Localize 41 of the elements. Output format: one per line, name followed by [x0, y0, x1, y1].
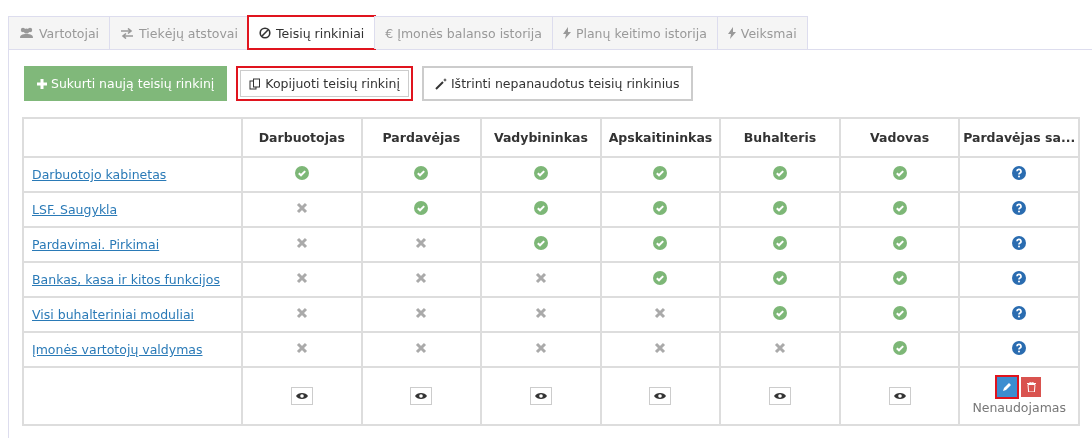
column-header: Pardavėjas sa... [959, 118, 1079, 157]
edit-button[interactable] [997, 377, 1018, 397]
column-header: Vadovas [839, 118, 960, 157]
tab[interactable]: Teisių rinkiniai [247, 16, 376, 49]
pencil-icon [1002, 382, 1013, 392]
tab[interactable]: Tiekėjų atstovai [109, 16, 249, 49]
eye-icon [654, 392, 667, 400]
bolt-icon [562, 27, 571, 39]
action-button[interactable]: Kopijuoti teisių rinkinį [236, 66, 413, 101]
eye-icon [774, 392, 787, 400]
eye-icon [893, 392, 906, 400]
view-button[interactable] [888, 387, 911, 405]
column-header: Apskaitininkas [600, 118, 721, 157]
tab[interactable]: € Įmonės balanso istorija [374, 16, 553, 49]
column-header: Pardavėjas [361, 118, 482, 157]
view-button[interactable] [529, 387, 552, 405]
permission-link[interactable]: LSF. Saugykla [32, 202, 118, 217]
tab[interactable]: Vartotojai [8, 16, 111, 49]
users-icon [19, 27, 34, 39]
bolt-icon [727, 27, 736, 39]
view-button[interactable] [769, 387, 792, 405]
wand-icon [434, 77, 447, 90]
column-header: Darbuotojas [242, 118, 362, 157]
column-header: Vadybininkas [481, 118, 601, 157]
copy-icon [249, 77, 262, 90]
tab[interactable]: Veiksmai [716, 16, 808, 49]
eye-icon [534, 392, 547, 400]
column-header: Buhalteris [720, 118, 840, 157]
eye-icon [415, 392, 428, 400]
trash-icon [1026, 382, 1036, 392]
view-button[interactable] [649, 387, 672, 405]
exchange-icon [120, 27, 135, 39]
status-text: Nenaudojamas [971, 400, 1067, 415]
tab[interactable]: Planų keitimo istorija [551, 16, 718, 49]
delete-button[interactable] [1021, 377, 1042, 397]
view-button[interactable] [290, 387, 313, 405]
plus-icon [37, 78, 47, 89]
eye-icon [295, 392, 308, 400]
action-button[interactable]: Ištrinti nepanaudotus teisių rinkinius [421, 66, 693, 101]
ban-icon [258, 27, 271, 39]
view-button[interactable] [410, 387, 433, 405]
